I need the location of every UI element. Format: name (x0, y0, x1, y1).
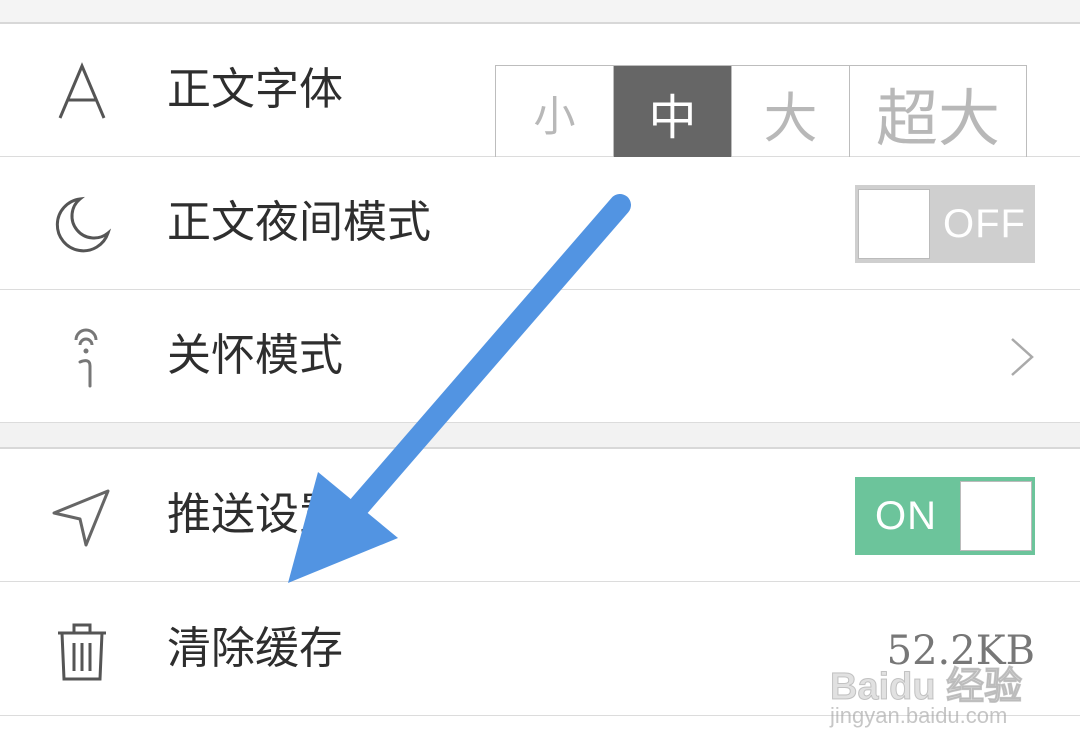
push-settings-label: 推送设置 (167, 489, 343, 540)
toggle-knob (960, 481, 1032, 551)
send-arrow-icon (52, 489, 110, 547)
font-size-option-large[interactable]: 大 (732, 66, 850, 160)
trash-icon (58, 623, 106, 681)
moon-icon (55, 196, 112, 253)
font-size-option-small[interactable]: 小 (496, 66, 614, 160)
font-size-segmented-control: 小 中 大 超大 (495, 65, 1027, 161)
section-divider (0, 423, 1080, 449)
toggle-state-label: OFF (943, 202, 1026, 246)
toggle-knob (858, 189, 930, 259)
night-mode-label: 正文夜间模式 (167, 197, 431, 248)
settings-row-care-mode[interactable]: 关怀模式 (0, 290, 1080, 423)
font-size-label: 正文字体 (167, 64, 343, 115)
clear-cache-label: 清除缓存 (167, 623, 343, 674)
top-divider (0, 0, 1080, 24)
push-toggle[interactable]: ON (855, 477, 1035, 555)
care-person-icon (74, 328, 98, 388)
care-mode-label: 关怀模式 (167, 330, 343, 381)
letter-a-icon (58, 62, 106, 119)
chevron-right-icon[interactable] (1002, 335, 1042, 379)
settings-row-font-size: 正文字体 小 中 大 超大 (0, 24, 1080, 161)
cache-size-value: 52.2KB (886, 628, 1035, 674)
night-mode-toggle[interactable]: OFF (855, 185, 1035, 263)
font-size-option-medium[interactable]: 中 (614, 66, 732, 160)
toggle-state-label: ON (875, 494, 937, 538)
font-size-option-extra-large[interactable]: 超大 (850, 66, 1026, 160)
